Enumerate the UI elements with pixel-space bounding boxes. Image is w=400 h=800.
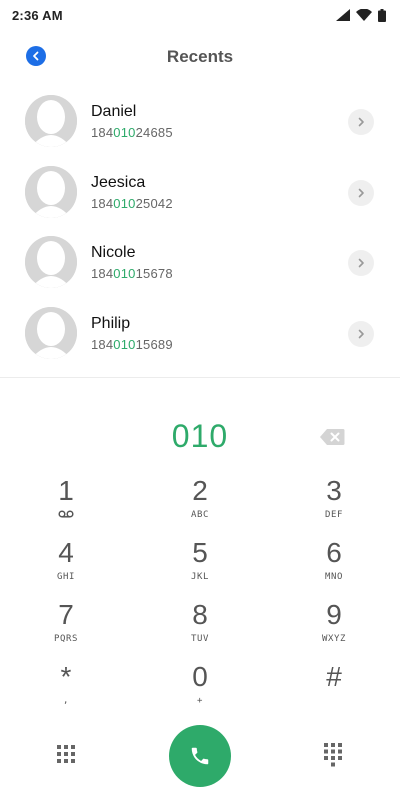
wifi-icon xyxy=(356,9,372,21)
chevron-right-icon xyxy=(358,117,364,127)
contact-name: Jeesica xyxy=(91,173,146,191)
key-digit: 2 xyxy=(192,475,208,506)
key-letters: + xyxy=(196,696,204,706)
key-digit: # xyxy=(326,661,342,692)
contact-detail-button[interactable] xyxy=(348,250,374,276)
key-digit: 0 xyxy=(192,661,208,692)
key-digit: 6 xyxy=(326,537,342,568)
status-time: 2:36 AM xyxy=(12,7,63,23)
contact-number: 18401024685 xyxy=(91,125,173,140)
key-letters: WXYZ xyxy=(321,634,347,644)
page-title: Recents xyxy=(166,47,234,66)
chevron-right-icon xyxy=(358,258,364,268)
contact-name: Philip xyxy=(91,314,131,332)
backspace-button[interactable] xyxy=(319,428,345,446)
avatar xyxy=(25,236,77,288)
key-star[interactable]: * , xyxy=(21,661,111,717)
key-6[interactable]: 6 MNO xyxy=(289,537,379,593)
key-digit: 5 xyxy=(192,537,208,568)
call-button[interactable] xyxy=(169,725,231,787)
number-match-highlight: 010 xyxy=(113,266,136,281)
key-letters: PQRS xyxy=(53,634,79,644)
recent-contact-row[interactable]: Philip 18401015689 xyxy=(0,298,400,369)
contact-detail-button[interactable] xyxy=(348,179,374,206)
bottom-bar xyxy=(0,722,400,788)
person-placeholder-icon xyxy=(25,236,77,288)
status-bar: 2:36 AM xyxy=(0,0,400,30)
key-1[interactable]: 1 xyxy=(21,475,111,531)
avatar xyxy=(25,165,77,218)
key-digit: 7 xyxy=(58,599,74,630)
recents-list: Daniel 18401024685 Jeesica 18401025042 N… xyxy=(0,86,400,368)
key-letters: , xyxy=(62,696,70,706)
status-icons xyxy=(336,8,386,22)
keypad-grid-button[interactable] xyxy=(57,745,75,768)
dialpad-button[interactable] xyxy=(324,743,342,772)
header: Recents xyxy=(0,38,400,78)
key-letters: TUV xyxy=(190,634,210,644)
person-placeholder-icon xyxy=(25,95,77,147)
key-0[interactable]: 0 + xyxy=(155,661,245,717)
phone-icon xyxy=(191,747,209,765)
chevron-right-icon xyxy=(358,188,364,197)
key-2[interactable]: 2 ABC xyxy=(155,475,245,531)
dialpad-icon xyxy=(324,743,342,767)
person-placeholder-icon xyxy=(25,165,77,218)
contact-detail-button[interactable] xyxy=(348,320,374,347)
chevron-right-icon xyxy=(358,329,364,338)
contact-number: 18401015689 xyxy=(91,336,173,352)
battery-icon xyxy=(378,8,386,22)
keypad-grid-icon xyxy=(57,745,75,763)
key-digit: 3 xyxy=(326,475,342,506)
number-match-highlight: 010 xyxy=(113,336,136,352)
key-digit: 9 xyxy=(326,599,342,630)
divider xyxy=(0,377,400,378)
backspace-icon xyxy=(320,429,345,445)
signal-icon xyxy=(336,9,350,21)
key-5[interactable]: 5 JKL xyxy=(155,537,245,593)
key-3[interactable]: 3 DEF xyxy=(289,475,379,531)
key-hash[interactable]: # xyxy=(289,661,379,717)
key-7[interactable]: 7 PQRS xyxy=(21,599,111,655)
recent-contact-row[interactable]: Nicole 18401015678 xyxy=(0,227,400,298)
contact-number: 18401025042 xyxy=(91,195,173,211)
contact-name: Daniel xyxy=(91,103,137,120)
voicemail-icon xyxy=(58,510,74,518)
key-letters: JKL xyxy=(190,572,210,582)
avatar xyxy=(25,306,77,359)
dial-display: 010 xyxy=(0,414,400,460)
contact-name: Nicole xyxy=(91,244,136,261)
recent-contact-row[interactable]: Daniel 18401024685 xyxy=(0,86,400,157)
key-letters: DEF xyxy=(324,510,344,520)
contact-number: 18401015678 xyxy=(91,266,173,281)
key-digit: * xyxy=(60,661,72,692)
key-4[interactable]: 4 GHI xyxy=(21,537,111,593)
key-digit: 4 xyxy=(58,537,74,568)
key-letters: GHI xyxy=(56,572,76,582)
key-letters: ABC xyxy=(190,510,210,520)
person-placeholder-icon xyxy=(25,306,77,359)
key-letters: MNO xyxy=(324,572,344,582)
recent-contact-row[interactable]: Jeesica 18401025042 xyxy=(0,157,400,228)
key-8[interactable]: 8 TUV xyxy=(155,599,245,655)
number-match-highlight: 010 xyxy=(113,125,136,140)
key-9[interactable]: 9 WXYZ xyxy=(289,599,379,655)
contact-detail-button[interactable] xyxy=(348,109,374,135)
number-match-highlight: 010 xyxy=(113,195,136,211)
key-digit: 1 xyxy=(58,475,74,506)
key-digit: 8 xyxy=(192,599,208,630)
avatar xyxy=(25,95,77,147)
